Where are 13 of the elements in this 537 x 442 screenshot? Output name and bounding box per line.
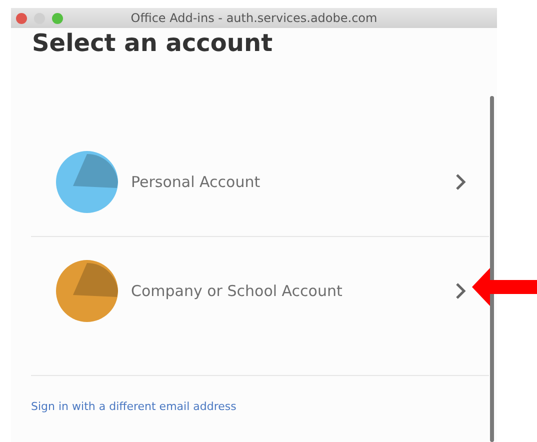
avatar-icon <box>53 148 121 216</box>
arrow-icon <box>472 268 537 306</box>
window-title: Office Add-ins - auth.services.adobe.com <box>130 10 378 27</box>
account-label[interactable]: Personal Account <box>131 173 455 191</box>
close-button[interactable] <box>16 12 27 24</box>
different-email-link[interactable]: Sign in with a different email address <box>31 400 236 413</box>
scrollbar[interactable] <box>490 96 494 442</box>
zoom-button[interactable] <box>52 12 63 24</box>
chevron-icon[interactable] <box>455 282 467 300</box>
account-label[interactable]: Company or School Account <box>131 282 455 300</box>
page-heading: Select an account <box>31 28 274 56</box>
chevron-icon[interactable] <box>455 173 467 191</box>
avatar-icon <box>53 257 121 325</box>
